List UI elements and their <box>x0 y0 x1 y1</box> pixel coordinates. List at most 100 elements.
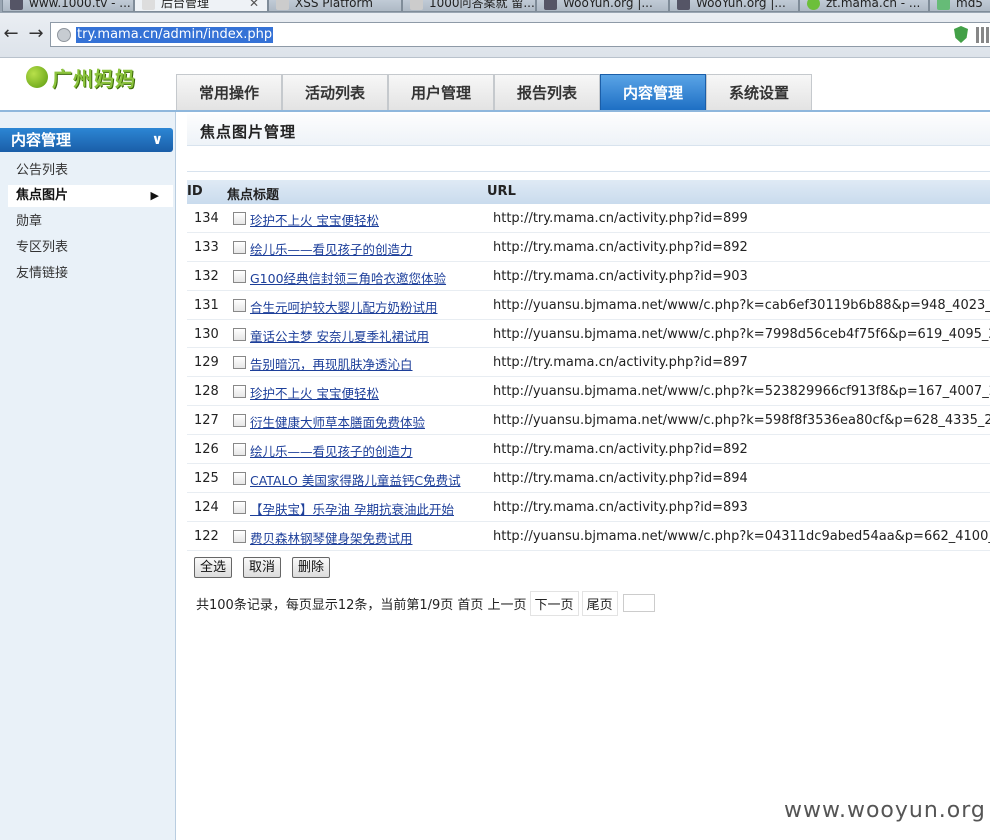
browser-tab-active[interactable]: 后台管理 ✕ <box>134 0 268 12</box>
row-url: http://try.mama.cn/activity.php?id=892 <box>493 239 748 255</box>
browser-tab[interactable]: zt.mama.cn - ... <box>799 0 929 12</box>
row-checkbox[interactable] <box>233 443 246 457</box>
sidebar-item-friend-links[interactable]: 友情链接 <box>8 263 173 285</box>
row-title-link[interactable]: 绘儿乐——看见孩子的创造力 <box>250 441 413 460</box>
row-checkbox[interactable] <box>233 212 246 225</box>
row-id: 124 <box>194 499 219 515</box>
wooyun-icon <box>677 0 690 10</box>
row-checkbox[interactable] <box>233 240 246 254</box>
sidebar-item-announcements[interactable]: 公告列表 <box>8 160 173 182</box>
tab-activity-list[interactable]: 活动列表 <box>282 74 388 110</box>
row-title-link[interactable]: 合生元呵护较大婴儿配方奶粉试用 <box>250 297 438 316</box>
logo-leaf-icon <box>26 66 48 88</box>
column-id: ID <box>187 184 203 199</box>
row-checkbox[interactable] <box>233 500 246 514</box>
mama-icon <box>807 0 820 10</box>
row-title-link[interactable]: 童话公主梦 安奈儿夏季礼裙试用 <box>250 326 429 345</box>
address-url[interactable]: try.mama.cn/admin/index.php <box>76 27 274 43</box>
row-id: 126 <box>194 442 219 458</box>
shield-icon[interactable] <box>954 26 968 43</box>
forward-arrow-icon[interactable]: → <box>25 23 47 45</box>
page-jump-input[interactable] <box>622 594 655 612</box>
row-id: 134 <box>194 211 219 226</box>
next-page-link[interactable]: 下一页 <box>529 590 579 616</box>
sidebar: 内容管理 ∨ 公告列表 焦点图片 ▶ 勋章 专区列表 友情链接 <box>0 112 176 840</box>
table-row: 133 绘儿乐——看见孩子的创造力 http://try.mama.cn/activ… <box>187 233 990 262</box>
row-id: 125 <box>194 471 219 487</box>
row-title-link[interactable]: G100经典信封领三角哈衣邀您体验 <box>250 268 446 287</box>
page-icon <box>276 0 289 10</box>
row-checkbox[interactable] <box>233 298 246 312</box>
sidebar-item-focus-images[interactable]: 焦点图片 ▶ <box>8 185 173 207</box>
table-row: 125 CATALO 美国家得路儿童益钙C免费试 http://try.mama.c… <box>187 464 990 493</box>
browser-tab[interactable]: XSS Platform <box>268 0 402 12</box>
row-id: 133 <box>194 239 219 255</box>
page-title: 焦点图片管理 <box>187 114 990 146</box>
row-title-link[interactable]: 绘儿乐——看见孩子的创造力 <box>250 239 413 258</box>
tab-user-management[interactable]: 用户管理 <box>388 74 494 110</box>
table-row: 126 绘儿乐——看见孩子的创造力 http://try.mama.cn/activ… <box>187 435 990 465</box>
row-checkbox[interactable] <box>233 356 246 370</box>
delete-button[interactable]: 删除 <box>292 557 331 578</box>
sidebar-heading[interactable]: 内容管理 ∨ <box>0 128 173 152</box>
row-url: http://try.mama.cn/activity.php?id=903 <box>493 268 748 284</box>
select-all-button[interactable]: 全选 <box>194 557 233 578</box>
column-title: 焦点标题 <box>227 188 280 203</box>
row-title-link[interactable]: 【孕肤宝】乐孕油 孕期抗衰油此开始 <box>250 499 454 518</box>
browser-tab[interactable]: WooYun.org |... <box>536 0 669 12</box>
cancel-button[interactable]: 取消 <box>243 557 282 578</box>
row-url: http://try.mama.cn/activity.php?id=892 <box>493 442 748 458</box>
address-bar[interactable]: try.mama.cn/admin/index.php <box>50 22 990 47</box>
tab-report-list[interactable]: 报告列表 <box>494 74 600 110</box>
row-title-link[interactable]: 费贝森林钢琴健身架免费试用 <box>250 528 413 547</box>
row-title-link[interactable]: 珍护不上火 宝宝便轻松 <box>250 383 379 402</box>
top-menu: 常用操作 活动列表 用户管理 报告列表 内容管理 系统设置 <box>176 74 812 110</box>
last-page-link[interactable]: 尾页 <box>581 590 618 616</box>
row-title-link[interactable]: 衍生健康大师草本膳面免费体验 <box>250 412 425 431</box>
row-checkbox[interactable] <box>233 472 246 486</box>
table-header: ID 焦点标题 URL <box>187 180 990 204</box>
row-url: http://yuansu.bjmama.net/www/c.php?k=799… <box>493 326 990 342</box>
row-checkbox[interactable] <box>233 414 246 428</box>
row-checkbox[interactable] <box>233 327 246 341</box>
row-title-link[interactable]: CATALO 美国家得路儿童益钙C免费试 <box>250 470 461 489</box>
row-url: http://try.mama.cn/activity.php?id=894 <box>493 471 748 487</box>
sidebar-item-medals[interactable]: 勋章 <box>8 211 173 233</box>
tab-system-settings[interactable]: 系统设置 <box>706 74 812 110</box>
row-title-link[interactable]: 珍护不上火 宝宝便轻松 <box>250 210 379 229</box>
browser-tab[interactable]: www.1000.tv - ... <box>2 0 134 12</box>
row-id: 127 <box>194 413 219 429</box>
sidebar-item-zones[interactable]: 专区列表 <box>8 237 173 259</box>
row-url: http://yuansu.bjmama.net/www/c.php?k=598… <box>493 413 990 429</box>
focus-image-table: ID 焦点标题 URL 134 珍护不上火 宝宝便轻松 http://try.mam… <box>187 180 990 551</box>
grid-icon <box>937 0 950 10</box>
row-id: 130 <box>194 326 219 342</box>
table-body: 134 珍护不上火 宝宝便轻松 http://try.mama.cn/activit… <box>187 204 990 551</box>
tab-content-management[interactable]: 内容管理 <box>600 74 706 110</box>
row-title-link[interactable]: 告别暗沉，再现肌肤净透沁白 <box>250 354 413 373</box>
row-id: 132 <box>194 268 219 284</box>
row-id: 129 <box>194 355 219 371</box>
browser-tab[interactable]: 1000问答案就 留... <box>402 0 536 12</box>
bulk-actions: 全选 取消 删除 <box>194 557 341 578</box>
back-arrow-icon[interactable]: ← <box>0 23 22 45</box>
site-logo[interactable]: 广州妈妈 <box>26 62 136 92</box>
watermark: www.wooyun.org <box>784 798 986 823</box>
page-icon <box>142 0 155 10</box>
row-checkbox[interactable] <box>233 385 246 399</box>
qr-code-icon[interactable] <box>976 27 990 43</box>
browser-tab[interactable]: md5 <box>929 0 990 12</box>
row-url: http://yuansu.bjmama.net/www/c.php?k=523… <box>493 384 990 400</box>
browser-tab[interactable]: WooYun.org |... <box>669 0 799 12</box>
row-checkbox[interactable] <box>233 269 246 283</box>
close-icon[interactable]: ✕ <box>249 0 259 11</box>
logo-text: 广州妈妈 <box>52 66 136 91</box>
table-row: 132 G100经典信封领三角哈衣邀您体验 http://try.mama.cn/a… <box>187 262 990 291</box>
row-checkbox[interactable] <box>233 529 246 543</box>
chevron-down-icon[interactable]: ∨ <box>152 128 163 152</box>
globe-icon <box>57 28 71 42</box>
tab-common-operations[interactable]: 常用操作 <box>176 74 282 110</box>
row-id: 122 <box>194 528 219 544</box>
pagination-summary: 共100条记录，每页显示12条，当前第1/9页 首页 上一页 <box>196 597 527 613</box>
table-row: 124 【孕肤宝】乐孕油 孕期抗衰油此开始 http://try.mama.cn/a… <box>187 493 990 522</box>
